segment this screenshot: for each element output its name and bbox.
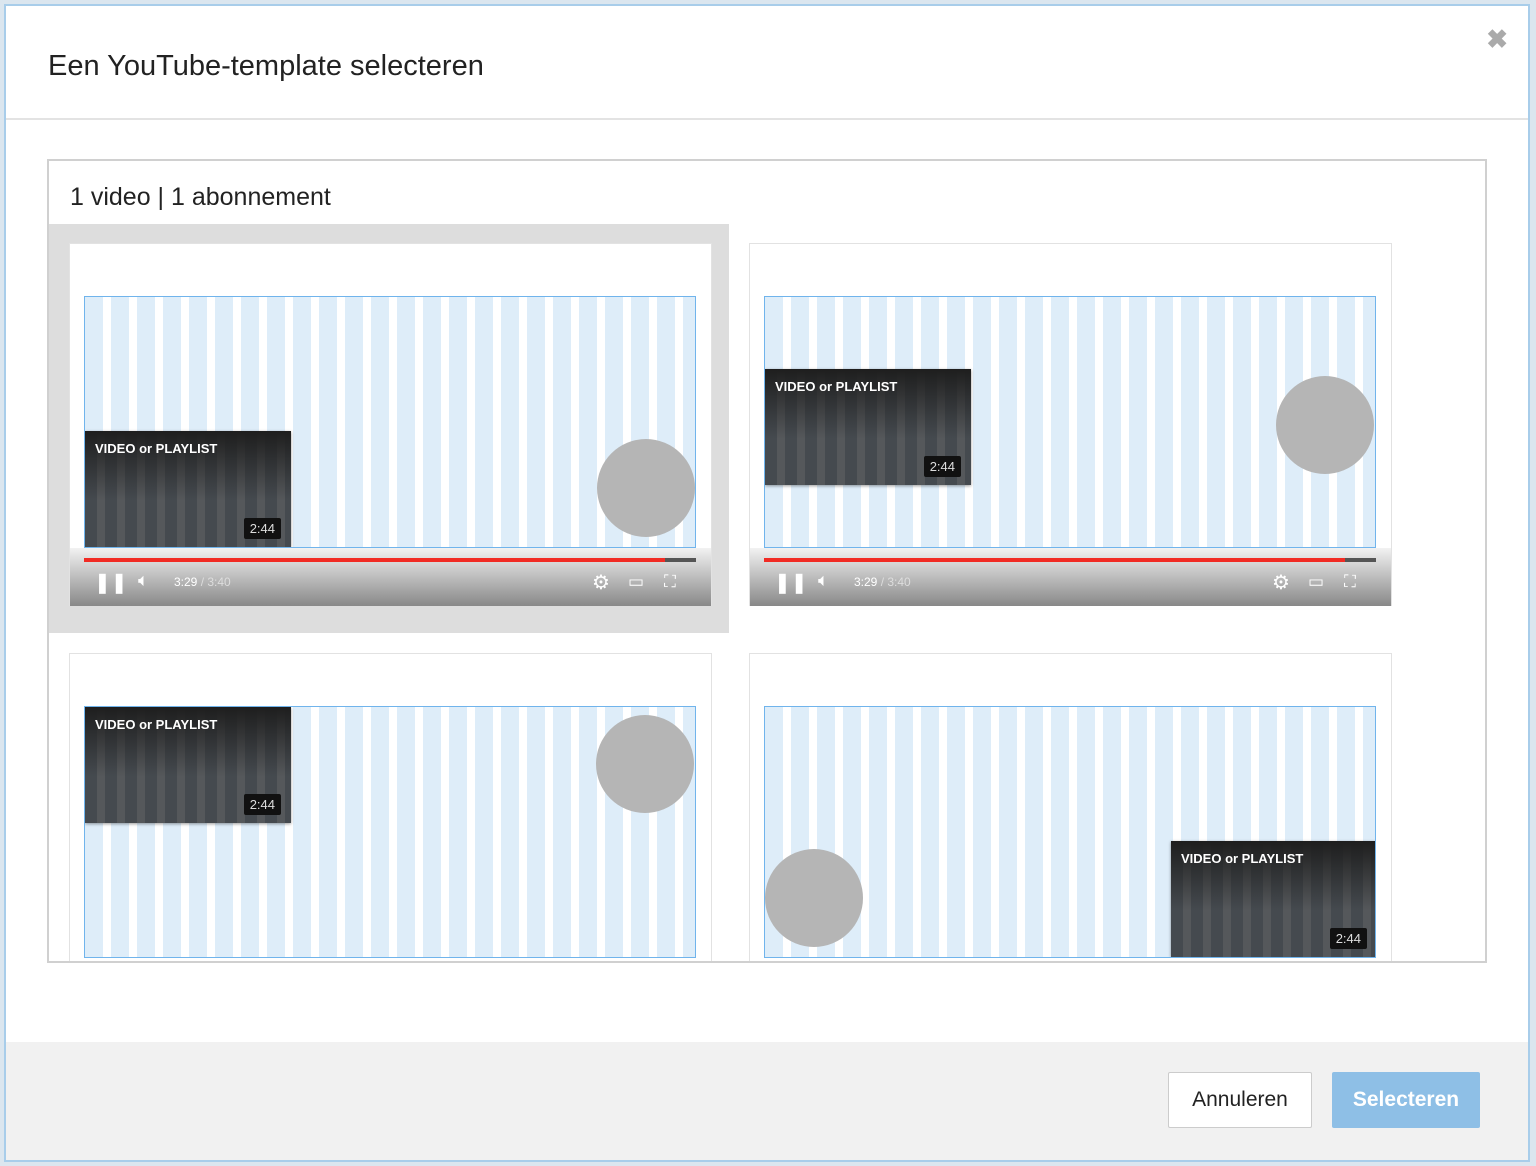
fullscreen-icon: ⛶	[1344, 572, 1356, 591]
video-label: VIDEO or PLAYLIST	[95, 441, 218, 456]
progress-bar	[84, 558, 696, 562]
video-area: VIDEO or PLAYLIST 2:44	[84, 296, 696, 548]
video-element: VIDEO or PLAYLIST 2:44	[85, 431, 291, 547]
video-area: VIDEO or PLAYLIST 2:44	[764, 706, 1376, 958]
cast-icon: ▭	[1308, 572, 1325, 591]
template-dialog: Een YouTube-template selecteren ✖ 1 vide…	[4, 4, 1530, 1162]
video-area: VIDEO or PLAYLIST 2:44	[764, 296, 1376, 548]
pause-icon: ❚❚	[774, 572, 808, 594]
dialog-title: Een YouTube-template selecteren	[48, 50, 484, 82]
time-display: 3:29 / 3:40	[174, 575, 231, 589]
header-divider	[6, 118, 1528, 120]
dialog-footer: Annuleren Selecteren	[6, 1042, 1528, 1160]
template-card-2[interactable]: VIDEO or PLAYLIST 2:44 ❚❚ 🔈︎ 3:29 / 3:40 …	[749, 243, 1392, 606]
template-card-1[interactable]: VIDEO or PLAYLIST 2:44 ❚❚ 🔈︎ 3:29 / 3:40 …	[69, 243, 712, 606]
volume-icon: 🔈︎	[138, 570, 149, 590]
duration-badge: 2:44	[243, 518, 281, 539]
fullscreen-icon: ⛶	[664, 572, 676, 591]
close-icon[interactable]: ✖	[1486, 24, 1508, 55]
template-card-4[interactable]: VIDEO or PLAYLIST 2:44	[749, 653, 1392, 961]
video-label: VIDEO or PLAYLIST	[95, 717, 218, 732]
settings-icon: ⚙	[1272, 572, 1290, 594]
duration-badge: 2:44	[923, 456, 961, 477]
subscribe-element	[596, 715, 694, 813]
settings-icon: ⚙	[592, 572, 610, 594]
video-label: VIDEO or PLAYLIST	[1181, 851, 1304, 866]
volume-icon: 🔈︎	[818, 570, 829, 590]
video-label: VIDEO or PLAYLIST	[775, 379, 898, 394]
duration-badge: 2:44	[1329, 928, 1367, 949]
template-category: 1 video | 1 abonnement	[70, 183, 331, 211]
video-element: VIDEO or PLAYLIST 2:44	[765, 369, 971, 485]
time-display: 3:29 / 3:40	[854, 575, 911, 589]
cast-icon: ▭	[628, 572, 645, 591]
progress-bar	[764, 558, 1376, 562]
pause-icon: ❚❚	[94, 572, 128, 594]
player-controls: ❚❚ 🔈︎ 3:29 / 3:40 ⚙ ▭ ⛶	[750, 548, 1391, 606]
duration-badge: 2:44	[243, 794, 281, 815]
cancel-button[interactable]: Annuleren	[1168, 1072, 1312, 1128]
video-element: VIDEO or PLAYLIST 2:44	[1171, 841, 1375, 957]
select-button[interactable]: Selecteren	[1332, 1072, 1480, 1128]
video-element: VIDEO or PLAYLIST 2:44	[85, 707, 291, 823]
template-list: 1 video | 1 abonnement VIDEO or PLAYLIST…	[47, 159, 1487, 963]
template-card-3[interactable]: VIDEO or PLAYLIST 2:44	[69, 653, 712, 961]
video-area: VIDEO or PLAYLIST 2:44	[84, 706, 696, 958]
subscribe-element	[1276, 376, 1374, 474]
subscribe-element	[597, 439, 695, 537]
player-controls: ❚❚ 🔈︎ 3:29 / 3:40 ⚙ ▭ ⛶	[70, 548, 711, 606]
subscribe-element	[765, 849, 863, 947]
